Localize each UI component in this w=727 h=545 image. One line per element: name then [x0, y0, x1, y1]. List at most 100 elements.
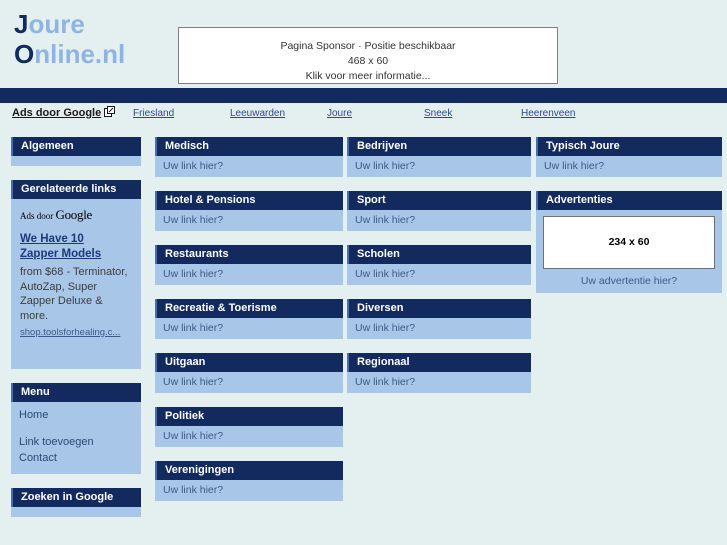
advertenties-banner-slot[interactable]: 234 x 60 [543, 216, 715, 269]
logo-initial-o: O [14, 39, 35, 69]
sidebar-body-gerelateerde-links: Ads door Google We Have 10 Zapper Models… [11, 199, 141, 369]
category-link-bedrijven[interactable]: Uw link hier? [355, 160, 415, 172]
logo-initial-j: J [14, 9, 29, 39]
sidebar-body-algemeen [11, 156, 141, 166]
site-logo[interactable]: Joure Online.nl [14, 10, 125, 68]
logo-line-1: Joure [14, 10, 125, 38]
adsense-ad-url[interactable]: shop.toolsforhealing.c... [20, 327, 133, 338]
category-body-politiek: Uw link hier? [155, 426, 343, 447]
category-heading-diversen: Diversen [347, 299, 531, 318]
logo-line-2: Online.nl [14, 40, 125, 68]
category-link-hotel-pensions[interactable]: Uw link hier? [163, 214, 223, 226]
category-link-uitgaan[interactable]: Uw link hier? [163, 376, 223, 388]
category-body-regionaal: Uw link hier? [347, 372, 531, 393]
category-box-bedrijven: Bedrijven Uw link hier? [347, 137, 531, 177]
advertenties-heading: Advertenties [536, 191, 722, 210]
category-body-recreatie-toerisme: Uw link hier? [155, 318, 343, 339]
category-box-sport: Sport Uw link hier? [347, 191, 531, 231]
category-heading-bedrijven: Bedrijven [347, 137, 531, 156]
category-box-hotel-pensions: Hotel & Pensions Uw link hier? [155, 191, 343, 231]
ads-link-row: Friesland Leeuwarden Joure Sneek Heerenveen [133, 107, 723, 119]
category-body-verenigingen: Uw link hier? [155, 480, 343, 501]
category-heading-regionaal: Regionaal [347, 353, 531, 372]
adsense-ad-title[interactable]: We Have 10 Zapper Models [20, 232, 133, 262]
category-box-typisch-joure: Typisch Joure Uw link hier? [536, 137, 722, 177]
category-heading-recreatie-toerisme: Recreatie & Toerisme [155, 299, 343, 318]
sidebar-body-zoeken-in-google [11, 507, 141, 517]
category-body-restaurants: Uw link hier? [155, 264, 343, 285]
adsense-ad-description: from $68 - Terminator, AutoZap, Super Za… [20, 266, 128, 322]
menu-spacer [19, 423, 133, 434]
adsense-ad-title-line-1: We Have 10 [20, 233, 84, 245]
category-link-medisch[interactable]: Uw link hier? [163, 160, 223, 172]
category-body-diversen: Uw link hier? [347, 318, 531, 339]
category-heading-verenigingen: Verenigingen [155, 461, 343, 480]
category-heading-medisch: Medisch [155, 137, 343, 156]
sponsor-line-2: 468 x 60 [347, 55, 389, 67]
category-box-diversen: Diversen Uw link hier? [347, 299, 531, 339]
sidebar-heading-algemeen: Algemeen [11, 137, 141, 156]
category-box-uitgaan: Uitgaan Uw link hier? [155, 353, 343, 393]
page-root: Joure Online.nl Pagina Sponsor · Positie… [0, 0, 727, 545]
category-heading-typisch-joure: Typisch Joure [536, 137, 722, 156]
category-box-regionaal: Regionaal Uw link hier? [347, 353, 531, 393]
category-body-hotel-pensions: Uw link hier? [155, 210, 343, 231]
category-box-verenigingen: Verenigingen Uw link hier? [155, 461, 343, 501]
logo-word-nline: nline.nl [34, 39, 126, 69]
category-body-scholen: Uw link hier? [347, 264, 531, 285]
advertenties-body: 234 x 60 Uw advertentie hier? [536, 210, 722, 293]
category-heading-scholen: Scholen [347, 245, 531, 264]
category-box-politiek: Politiek Uw link hier? [155, 407, 343, 447]
category-link-diversen[interactable]: Uw link hier? [355, 322, 415, 334]
category-link-typisch-joure[interactable]: Uw link hier? [544, 160, 604, 172]
sidebar-heading-zoeken-in-google: Zoeken in Google [11, 488, 141, 507]
sidebar-body-menu: Home Link toevoegen Contact [11, 402, 141, 474]
category-column-three: Typisch Joure Uw link hier? Advertenties… [536, 137, 722, 307]
sponsor-banner[interactable]: Pagina Sponsor · Positie beschikbaar 468… [178, 27, 558, 84]
sponsor-line-3: Klik voor meer informatie... [305, 70, 431, 82]
ads-door-google-text: Ads door Google [12, 107, 102, 119]
external-link-icon [104, 106, 116, 117]
menu-item-home[interactable]: Home [19, 407, 133, 423]
category-link-recreatie-toerisme[interactable]: Uw link hier? [163, 322, 223, 334]
category-body-bedrijven: Uw link hier? [347, 156, 531, 177]
sidebar-section-gerelateerde-links: Gerelateerde links Ads door Google We Ha… [11, 180, 141, 369]
advertenties-box: Advertenties 234 x 60 Uw advertentie hie… [536, 191, 722, 293]
category-link-sport[interactable]: Uw link hier? [355, 214, 415, 226]
category-link-regionaal[interactable]: Uw link hier? [355, 376, 415, 388]
category-box-medisch: Medisch Uw link hier? [155, 137, 343, 177]
category-heading-politiek: Politiek [155, 407, 343, 426]
category-box-recreatie-toerisme: Recreatie & Toerisme Uw link hier? [155, 299, 343, 339]
category-link-restaurants[interactable]: Uw link hier? [163, 268, 223, 280]
sidebar: Algemeen Gerelateerde links Ads door Goo… [11, 137, 141, 531]
sidebar-heading-gerelateerde-links: Gerelateerde links [11, 180, 141, 199]
menu-item-contact[interactable]: Contact [19, 450, 133, 466]
logo-word-oure: oure [28, 9, 85, 39]
category-link-scholen[interactable]: Uw link hier? [355, 268, 415, 280]
sidebar-section-algemeen: Algemeen [11, 137, 141, 166]
sponsor-line-1: Pagina Sponsor · Positie beschikbaar [280, 40, 456, 52]
ads-door-google-label[interactable]: Ads door Google [12, 106, 116, 119]
category-body-typisch-joure: Uw link hier? [536, 156, 722, 177]
category-body-uitgaan: Uw link hier? [155, 372, 343, 393]
ads-link-sneek[interactable]: Sneek [424, 108, 521, 119]
google-ads-bar: Ads door Google Friesland Leeuwarden Joure… [0, 103, 727, 128]
menu-item-link-toevoegen[interactable]: Link toevoegen [19, 434, 133, 450]
category-heading-restaurants: Restaurants [155, 245, 343, 264]
ads-link-leeuwarden[interactable]: Leeuwarden [230, 108, 327, 119]
ads-link-joure[interactable]: Joure [327, 108, 424, 119]
ads-link-friesland[interactable]: Friesland [133, 108, 230, 119]
category-link-verenigingen[interactable]: Uw link hier? [163, 484, 223, 496]
category-heading-sport: Sport [347, 191, 531, 210]
ads-link-heerenveen[interactable]: Heerenveen [521, 108, 618, 119]
adsense-ad-title-line-2: Zapper Models [20, 248, 102, 260]
category-column-one: Medisch Uw link hier? Hotel & Pensions U… [155, 137, 343, 515]
category-link-politiek[interactable]: Uw link hier? [163, 430, 223, 442]
category-body-sport: Uw link hier? [347, 210, 531, 231]
category-body-medisch: Uw link hier? [155, 156, 343, 177]
category-heading-uitgaan: Uitgaan [155, 353, 343, 372]
adsense-attribution-prefix: Ads door [20, 211, 56, 221]
advertenties-caption[interactable]: Uw advertentie hier? [542, 275, 716, 287]
sidebar-heading-menu: Menu [11, 383, 141, 402]
sidebar-section-menu: Menu Home Link toevoegen Contact [11, 383, 141, 474]
